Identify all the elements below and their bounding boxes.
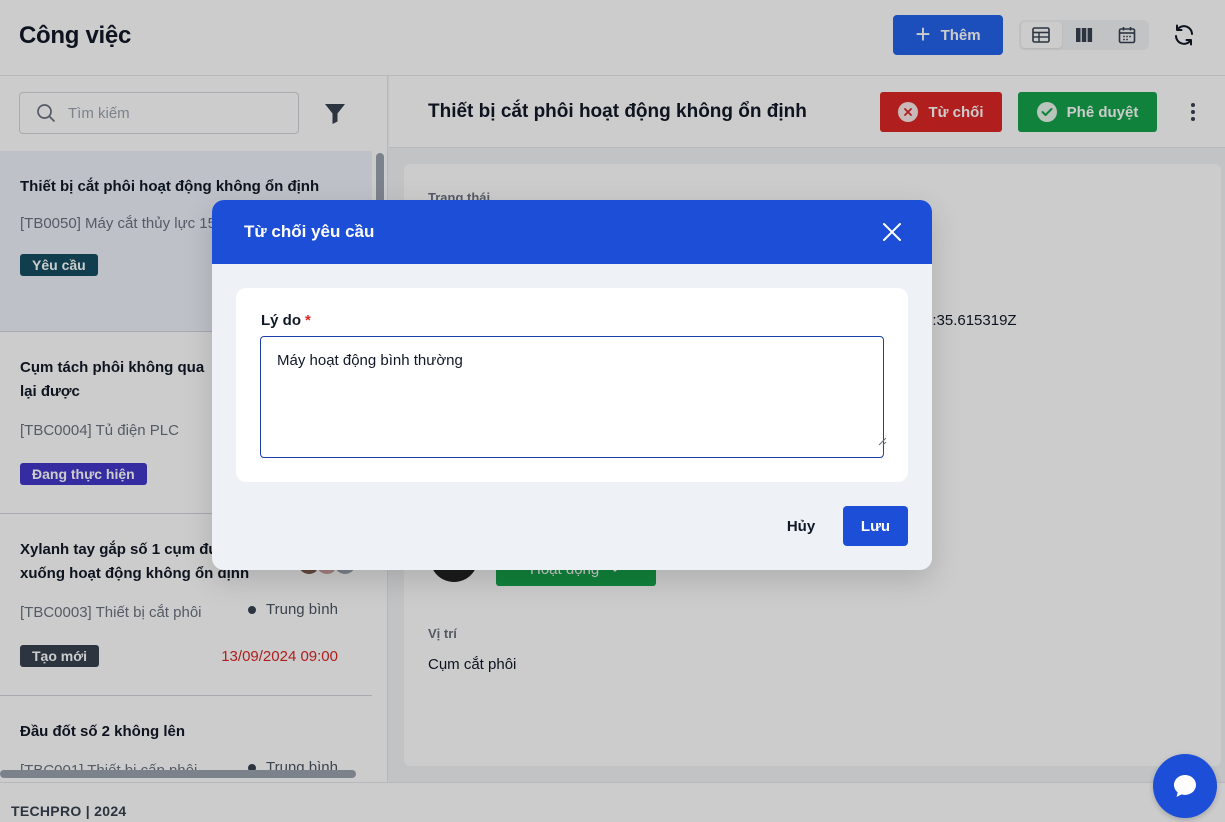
- cancel-button[interactable]: Hủy: [772, 506, 830, 546]
- save-button[interactable]: Lưu: [843, 506, 908, 546]
- reason-label: Lý do *: [261, 312, 311, 329]
- resize-grip-icon[interactable]: [877, 436, 887, 446]
- chat-button[interactable]: [1153, 754, 1217, 818]
- reason-textarea[interactable]: Máy hoạt động bình thường: [260, 336, 884, 458]
- dialog-title: Từ chối yêu cầu: [244, 222, 375, 241]
- reject-request-dialog: Từ chối yêu cầu Lý do * Máy hoạt động bìn…: [212, 200, 932, 570]
- close-icon: [883, 223, 901, 241]
- dialog-body: Lý do * Máy hoạt động bình thường: [236, 288, 908, 482]
- dialog-header: Từ chối yêu cầu: [212, 200, 932, 264]
- reason-label-text: Lý do: [261, 312, 301, 329]
- close-dialog-button[interactable]: [880, 220, 904, 244]
- required-mark: *: [305, 312, 311, 329]
- chat-bubble-icon: [1174, 775, 1196, 797]
